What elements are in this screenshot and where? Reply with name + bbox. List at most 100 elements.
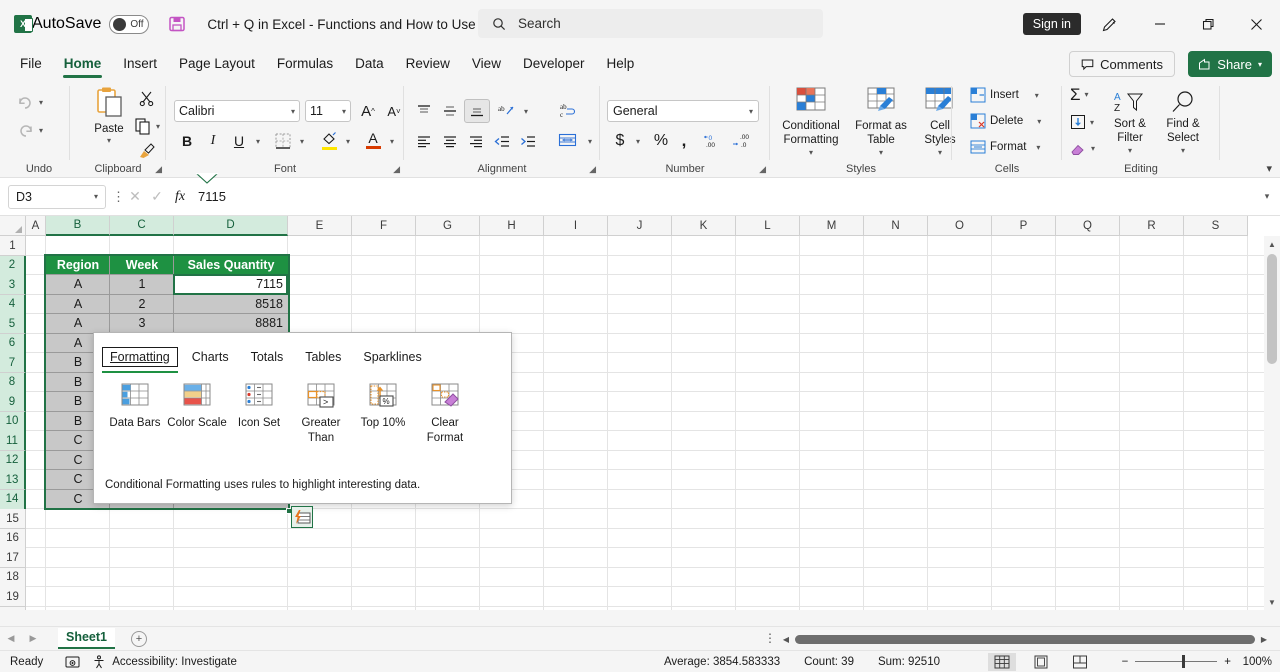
save-icon[interactable] (167, 14, 187, 34)
column-header-l[interactable]: L (736, 216, 800, 236)
align-right-button[interactable] (464, 130, 488, 152)
conditional-formatting-button[interactable]: Conditional Formatting ▾ (774, 86, 848, 158)
restore-icon[interactable] (1193, 10, 1223, 38)
row-header-18[interactable]: 18 (0, 567, 26, 588)
row-header-2[interactable]: 2 (0, 255, 26, 276)
column-header-i[interactable]: I (544, 216, 608, 236)
select-all-button[interactable] (0, 216, 26, 236)
row-header-1[interactable]: 1 (0, 236, 26, 256)
qa-tab-tables[interactable]: Tables (297, 347, 349, 367)
tab-home[interactable]: Home (54, 53, 112, 78)
tab-insert[interactable]: Insert (113, 53, 167, 74)
scroll-down-icon[interactable]: ▼ (1264, 594, 1280, 610)
percent-style-button[interactable]: % (650, 130, 672, 152)
vertical-scrollbar[interactable]: ▲ ▼ (1264, 236, 1280, 610)
formula-bar-options-icon[interactable]: ⋮ (112, 189, 125, 205)
increase-decimal-button[interactable]: 0.00 (700, 130, 726, 152)
accessibility-status[interactable]: Accessibility: Investigate (92, 654, 237, 669)
cell-b3[interactable]: A (46, 275, 110, 294)
font-name-input[interactable]: Calibri ▾ (174, 100, 300, 122)
align-left-button[interactable] (412, 130, 436, 152)
qa-item-icon-set[interactable]: Icon Set (228, 381, 290, 446)
row-header-14[interactable]: 14 (0, 489, 26, 510)
underline-chevron-icon[interactable]: ▾ (250, 130, 266, 152)
number-format-select[interactable]: General ▾ (607, 100, 759, 122)
prev-sheet-icon[interactable]: ◀ (0, 633, 22, 644)
autosave-toggle[interactable]: Off (109, 14, 150, 34)
normal-view-button[interactable] (988, 652, 1016, 671)
insert-function-icon[interactable]: fx (168, 189, 192, 205)
tab-review[interactable]: Review (396, 53, 460, 74)
copy-button[interactable]: ▾ (134, 117, 160, 135)
qa-item-clear-format[interactable]: Clear Format (414, 381, 476, 446)
scroll-up-icon[interactable]: ▲ (1264, 236, 1280, 252)
column-header-d[interactable]: D (174, 216, 288, 236)
cell-d2-sales-quantity[interactable]: Sales Quantity (174, 255, 288, 274)
currency-button[interactable]: $ (610, 130, 630, 152)
cell-b2-region[interactable]: Region (46, 255, 110, 274)
zoom-level-label[interactable]: 100% (1238, 656, 1272, 668)
tab-formulas[interactable]: Formulas (267, 53, 343, 74)
horizontal-scrollbar[interactable]: ◀ ▶ (780, 635, 1270, 644)
cell-c5[interactable]: 3 (110, 314, 174, 333)
tab-data[interactable]: Data (345, 53, 394, 74)
fill-color-chevron-icon[interactable]: ▾ (340, 130, 356, 152)
qa-tab-charts[interactable]: Charts (184, 347, 237, 367)
align-center-button[interactable] (438, 130, 462, 152)
column-header-h[interactable]: H (480, 216, 544, 236)
qa-item-top-ten-percent[interactable]: % Top 10% (352, 381, 414, 446)
font-size-input[interactable]: 11 ▾ (305, 100, 351, 122)
row-header-6[interactable]: 6 (0, 333, 26, 354)
orientation-chevron-icon[interactable]: ▾ (518, 100, 534, 122)
horizontal-scroll-thumb[interactable] (795, 635, 1255, 644)
align-bottom-button[interactable] (464, 99, 490, 123)
column-header-b[interactable]: B (46, 216, 110, 236)
row-header-13[interactable]: 13 (0, 470, 26, 490)
tab-help[interactable]: Help (597, 53, 645, 74)
cell-c4[interactable]: 2 (110, 294, 174, 313)
zoom-slider[interactable] (1135, 655, 1218, 668)
qa-tab-sparklines[interactable]: Sparklines (355, 347, 429, 367)
row-header-8[interactable]: 8 (0, 372, 26, 393)
quick-analysis-button[interactable] (291, 506, 313, 528)
stat-average[interactable]: Average: 3854.583333 (664, 656, 780, 668)
column-header-p[interactable]: P (992, 216, 1056, 236)
scroll-right-icon[interactable]: ▶ (1258, 635, 1270, 644)
column-header-m[interactable]: M (800, 216, 864, 236)
comma-style-button[interactable]: , (674, 130, 694, 152)
column-header-k[interactable]: K (672, 216, 736, 236)
clear-button[interactable]: ▾ (1070, 140, 1095, 156)
decrease-indent-button[interactable] (490, 130, 514, 152)
wrap-text-button[interactable]: ab c (554, 98, 580, 122)
format-as-table-button[interactable]: Format as Table ▾ (850, 86, 912, 158)
record-macro-icon[interactable] (65, 655, 80, 669)
orientation-button[interactable]: ab (494, 100, 518, 122)
minimize-icon[interactable] (1145, 10, 1175, 38)
document-title[interactable]: Ctrl + Q in Excel - Functions and How to… (207, 17, 498, 32)
format-cells-button[interactable]: Format ▾ (970, 139, 1040, 155)
column-header-r[interactable]: R (1120, 216, 1184, 236)
autosum-button[interactable]: Σ ▾ (1070, 86, 1089, 103)
qa-item-color-scale[interactable]: Color Scale (166, 381, 228, 446)
font-color-button[interactable]: A (362, 128, 384, 152)
scroll-left-icon[interactable]: ◀ (780, 635, 792, 644)
increase-font-size-button[interactable]: A ^ (356, 100, 380, 122)
find-select-button[interactable]: Find & Select ▾ (1158, 90, 1208, 156)
column-header-s[interactable]: S (1184, 216, 1248, 236)
qa-item-data-bars[interactable]: Data Bars (104, 381, 166, 446)
stat-sum[interactable]: Sum: 92510 (878, 656, 940, 668)
bold-button[interactable]: B (176, 130, 198, 152)
zoom-out-icon[interactable]: − (1122, 656, 1129, 668)
column-header-j[interactable]: J (608, 216, 672, 236)
zoom-slider-thumb[interactable] (1182, 655, 1186, 668)
font-color-chevron-icon[interactable]: ▾ (384, 130, 400, 152)
row-header-10[interactable]: 10 (0, 411, 26, 432)
tab-view[interactable]: View (462, 53, 511, 74)
split-handle[interactable]: ⋮ (764, 631, 776, 645)
sheet-tab-sheet1[interactable]: Sheet1 (58, 628, 115, 649)
increase-indent-button[interactable] (516, 130, 540, 152)
currency-chevron-icon[interactable]: ▾ (630, 130, 646, 152)
column-header-g[interactable]: G (416, 216, 480, 236)
next-sheet-icon[interactable]: ▶ (22, 633, 44, 644)
enter-icon[interactable]: ✓ (146, 188, 168, 205)
